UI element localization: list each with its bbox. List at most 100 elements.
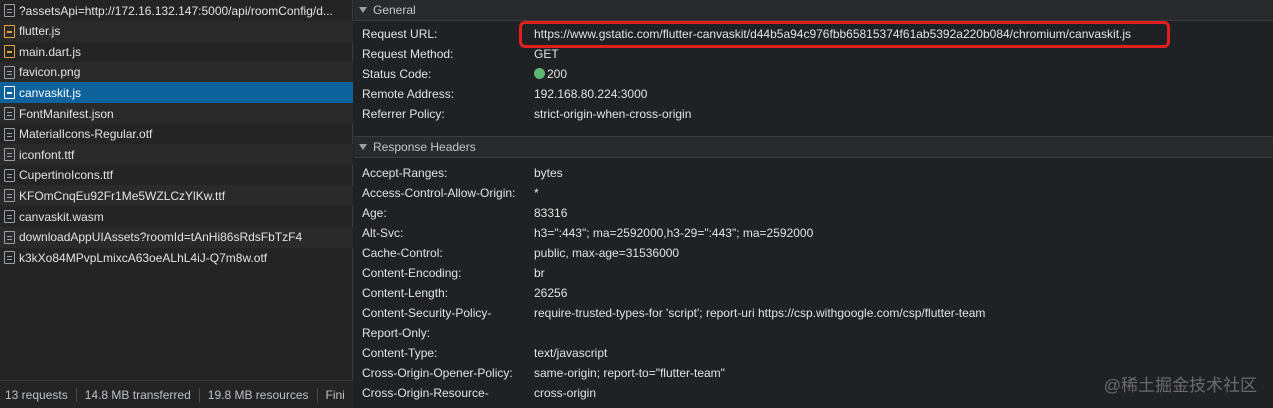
general-key: Request URL: <box>362 27 438 41</box>
request-count: 13 requests <box>0 387 77 402</box>
response-header-key: Content-Type: <box>362 346 438 360</box>
request-name: flutter.js <box>19 24 61 39</box>
document-file-icon <box>4 127 15 141</box>
document-file-icon <box>4 251 15 265</box>
request-row[interactable]: ?assetsApi=http://172.16.132.147:5000/ap… <box>0 0 353 21</box>
response-header-row: Accept-Ranges: bytes <box>362 163 1262 183</box>
general-value[interactable]: 192.168.80.224:3000 <box>534 84 647 104</box>
general-row: Status Code: 200 <box>362 64 1262 84</box>
response-header-row: Access-Control-Allow-Origin: * <box>362 183 1262 203</box>
request-name: downloadAppUIAssets?roomId=tAnHi86sRdsFb… <box>19 230 303 245</box>
general-row: Remote Address: 192.168.80.224:3000 <box>362 84 1262 104</box>
document-file-icon <box>4 210 15 223</box>
request-row[interactable]: FontManifest.json <box>0 103 353 124</box>
general-key: Remote Address: <box>362 87 455 101</box>
response-header-row: Content-Encoding: br <box>362 263 1262 283</box>
response-header-row: Content-Security-Policy-require-trusted-… <box>362 303 1262 323</box>
response-header-key: Content-Security-Policy- <box>362 306 492 320</box>
request-name: MaterialIcons-Regular.otf <box>19 127 153 142</box>
document-file-icon <box>4 65 15 79</box>
general-row: Referrer Policy: strict-origin-when-cross… <box>362 104 1262 124</box>
response-header-key: Cache-Control: <box>362 246 443 260</box>
response-header-key: Alt-Svc: <box>362 226 404 240</box>
request-row[interactable]: KFOmCnqEu92Fr1Me5WZLCzYlKw.ttf <box>0 185 353 207</box>
general-key: Status Code: <box>362 67 432 81</box>
headers-panel: General Request URL: https://www.gstatic.… <box>354 0 1273 408</box>
document-file-icon <box>4 168 15 182</box>
script-file-icon <box>4 86 15 100</box>
response-header-value[interactable]: h3=":443"; ma=2592000,h3-29=":443"; ma=2… <box>534 223 813 243</box>
status-code[interactable]: 200 <box>534 64 567 84</box>
response-header-value[interactable]: require-trusted-types-for 'script'; repo… <box>534 303 985 323</box>
request-name: ?assetsApi=http://172.16.132.147:5000/ap… <box>19 3 333 18</box>
network-summary-bar: 13 requests 14.8 MB transferred 19.8 MB … <box>0 380 353 408</box>
request-row[interactable]: MaterialIcons-Regular.otf <box>0 124 353 145</box>
request-row[interactable]: CupertinoIcons.ttf <box>0 165 353 186</box>
request-row[interactable]: flutter.js <box>0 20 353 42</box>
response-header-value[interactable]: 83316 <box>534 203 567 223</box>
watermark: @稀土掘金技术社区 <box>1103 376 1257 395</box>
response-header-value[interactable]: text/javascript <box>534 343 607 363</box>
request-row[interactable]: k3kXo84MPvpLmixcA63oeALhL4iJ-Q7m8w.otf <box>0 247 353 268</box>
document-file-icon <box>4 189 15 203</box>
response-header-row: Cache-Control: public, max-age=31536000 <box>362 243 1262 263</box>
general-key: Request Method: <box>362 47 454 61</box>
document-file-icon <box>4 4 15 17</box>
general-section-title: General <box>373 3 416 17</box>
document-file-icon <box>4 230 15 244</box>
request-name: favicon.png <box>19 65 81 80</box>
request-row[interactable]: iconfont.ttf <box>0 144 353 166</box>
request-row[interactable]: main.dart.js <box>0 41 353 62</box>
response-header-key: Access-Control-Allow-Origin: <box>362 186 516 200</box>
response-header-key: Content-Length: <box>362 286 449 300</box>
request-name: KFOmCnqEu92Fr1Me5WZLCzYlKw.ttf <box>19 188 226 203</box>
request-name: main.dart.js <box>19 44 82 59</box>
response-header-key: Accept-Ranges: <box>362 166 448 180</box>
response-header-row: Content-Type: text/javascript <box>362 343 1262 363</box>
response-header-row: Age: 83316 <box>362 203 1262 223</box>
resources-size: 19.8 MB resources <box>200 387 318 402</box>
finish-time: Fini <box>325 387 345 402</box>
general-value[interactable]: strict-origin-when-cross-origin <box>534 104 691 124</box>
response-header-key: Age: <box>362 206 387 220</box>
document-file-icon <box>4 107 15 120</box>
response-header-value[interactable]: bytes <box>534 163 563 183</box>
status-ok-icon <box>534 68 545 79</box>
request-list-panel: ?assetsApi=http://172.16.132.147:5000/ap… <box>0 0 353 408</box>
request-name: FontManifest.json <box>19 106 114 121</box>
general-key: Referrer Policy: <box>362 107 445 121</box>
response-header-row: Alt-Svc: h3=":443"; ma=2592000,h3-29=":44… <box>362 223 1262 243</box>
request-name: canvaskit.wasm <box>19 209 104 224</box>
request-row[interactable]: downloadAppUIAssets?roomId=tAnHi86sRdsFb… <box>0 226 353 248</box>
script-file-icon <box>4 45 15 59</box>
response-header-row: Content-Length: 26256 <box>362 283 1262 303</box>
document-file-icon <box>4 148 15 162</box>
script-file-icon <box>4 24 15 38</box>
response-header-key: Content-Encoding: <box>362 266 462 280</box>
response-header-row: Report-Only: <box>362 323 1262 343</box>
response-header-value[interactable]: same-origin; report-to="flutter-team" <box>534 363 725 383</box>
response-headers-section-header[interactable]: Response Headers <box>354 136 1273 158</box>
response-header-value[interactable]: 26256 <box>534 283 567 303</box>
response-header-value[interactable]: br <box>534 263 545 283</box>
request-name: iconfont.ttf <box>19 147 75 162</box>
general-section-header[interactable]: General <box>354 0 1273 21</box>
response-header-value[interactable]: * <box>534 183 539 203</box>
collapse-triangle-icon <box>359 7 367 13</box>
request-url-highlight-box <box>519 21 1170 48</box>
response-header-key: Cross-Origin-Opener-Policy: <box>362 366 513 380</box>
response-header-value[interactable]: cross-origin <box>534 383 596 403</box>
request-name: CupertinoIcons.ttf <box>19 168 114 183</box>
request-row[interactable]: canvaskit.wasm <box>0 206 353 227</box>
request-name: canvaskit.js <box>19 85 82 100</box>
transferred-size: 14.8 MB transferred <box>77 387 200 402</box>
request-row[interactable]: canvaskit.js <box>0 82 353 104</box>
response-header-value[interactable]: public, max-age=31536000 <box>534 243 679 263</box>
status-code-value: 200 <box>547 67 568 81</box>
response-header-key: Cross-Origin-Resource- <box>362 386 489 400</box>
collapse-triangle-icon <box>359 144 367 150</box>
request-row[interactable]: favicon.png <box>0 61 353 83</box>
response-headers-section-title: Response Headers <box>373 140 476 154</box>
request-name: k3kXo84MPvpLmixcA63oeALhL4iJ-Q7m8w.otf <box>19 250 268 265</box>
response-header-key: Report-Only: <box>362 326 431 340</box>
